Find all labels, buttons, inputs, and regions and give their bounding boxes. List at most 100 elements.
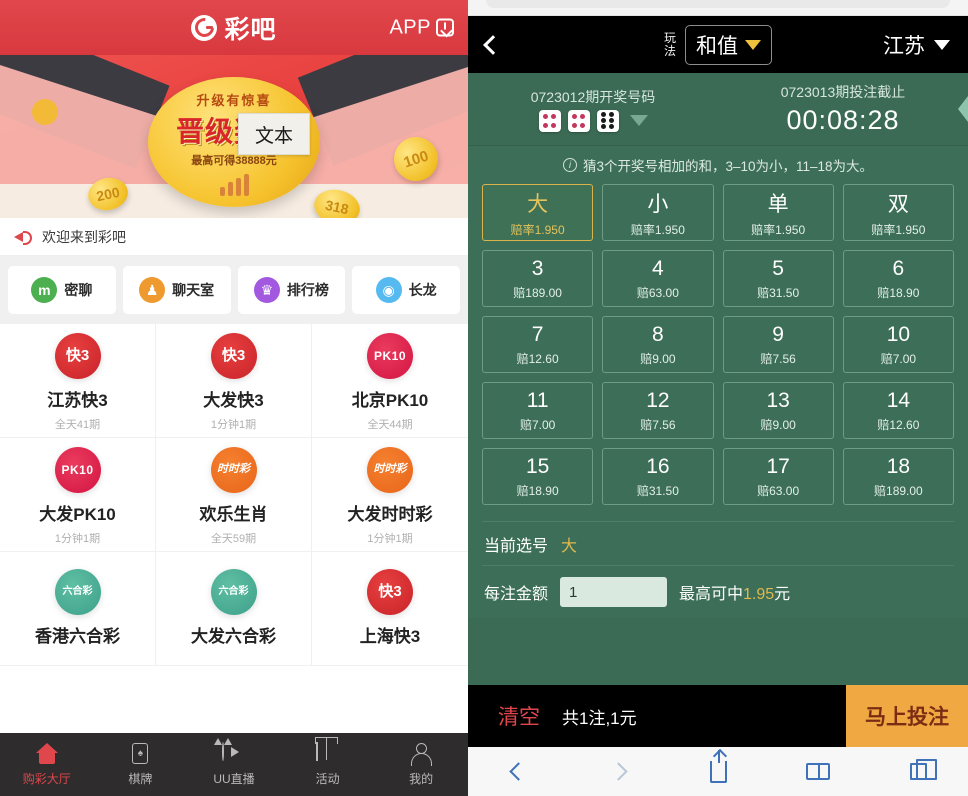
bet-option-odds: 赔12.60 <box>877 417 920 432</box>
lottery-item-dafa-k3[interactable]: 快3 大发快3 1分钟1期 <box>156 324 312 438</box>
region-dropdown[interactable]: 江苏 <box>883 30 950 60</box>
lottery-item-dafa-ssc[interactable]: 时时彩 大发时时彩 1分钟1期 <box>312 438 468 552</box>
bet-option-12[interactable]: 12 赔7.56 <box>602 382 714 439</box>
back-chevron-icon[interactable] <box>483 34 503 55</box>
lottery-name: 香港六合彩 <box>35 627 120 646</box>
browser-forward-button[interactable] <box>568 762 668 781</box>
promo-banner[interactable]: 升级有惊喜 晋级奖励 最高可得38888元 100 200 318 文本 <box>0 55 468 218</box>
quick-link-label: 密聊 <box>64 282 93 298</box>
chatroom-icon: ♟ <box>139 277 166 303</box>
bet-option-odds: 赔9.00 <box>760 417 796 432</box>
bet-action-bar: 清空 共1注,1元 马上投注 <box>468 685 968 747</box>
notice-bar[interactable]: 欢迎来到彩吧 <box>0 218 468 256</box>
bet-option-6[interactable]: 6 赔18.90 <box>842 250 954 307</box>
crown-icon: ♛ <box>253 277 280 303</box>
browser-share-button[interactable] <box>668 749 768 783</box>
bet-option-odd[interactable]: 单 赔率1.950 <box>722 184 834 241</box>
pk10-icon: PK10 <box>367 333 413 379</box>
bet-amount-input[interactable] <box>560 577 668 607</box>
bet-option-11[interactable]: 11 赔7.00 <box>482 382 594 439</box>
quick-link-mi-chat[interactable]: m 密聊 <box>8 266 116 314</box>
bet-option-10[interactable]: 10 赔7.00 <box>842 316 954 373</box>
dragon-icon: ◉ <box>375 277 402 303</box>
bet-option-18[interactable]: 18 赔189.00 <box>842 448 954 505</box>
region-value: 江苏 <box>883 34 925 58</box>
bet-option-15[interactable]: 15 赔18.90 <box>482 448 594 505</box>
bet-option-name: 14 <box>886 388 911 412</box>
bookmarks-icon <box>806 763 830 780</box>
bet-options-row-3: 7 赔12.60 8 赔9.00 9 赔7.56 10 赔7.00 <box>482 316 954 373</box>
bet-option-5[interactable]: 5 赔31.50 <box>722 250 834 307</box>
bet-option-9[interactable]: 9 赔7.56 <box>722 316 834 373</box>
lottery-name: 江苏快3 <box>47 391 108 410</box>
browser-back-button[interactable] <box>468 762 568 781</box>
bet-option-name: 17 <box>766 454 790 478</box>
lottery-item-dafa-lhc[interactable]: 六合彩 大发六合彩 <box>156 552 312 666</box>
betting-header: 玩法 和值 江苏 <box>468 16 968 73</box>
tab-activities[interactable]: 活动 <box>281 741 375 787</box>
playtype-selector[interactable]: 玩法 和值 <box>664 24 772 65</box>
browser-tabs-button[interactable] <box>868 759 968 780</box>
bet-option-even[interactable]: 双 赔率1.950 <box>842 184 954 241</box>
quick-link-chatroom[interactable]: ♟ 聊天室 <box>122 266 231 314</box>
brand-name: 彩吧 <box>224 15 277 44</box>
bet-option-odds: 赔7.00 <box>519 417 556 432</box>
bet-option-odds: 赔18.90 <box>877 285 920 300</box>
tab-uu-live[interactable]: UU直播 <box>187 741 281 787</box>
bet-option-small[interactable]: 小 赔率1.950 <box>602 184 714 241</box>
lottery-item-huanle-shengxiao[interactable]: 时时彩 欢乐生肖 全天59期 <box>156 438 312 552</box>
bet-option-name: 5 <box>772 256 784 280</box>
back-icon <box>508 762 528 781</box>
countdown-timer: 00:08:28 <box>786 105 900 135</box>
bet-option-8[interactable]: 8 赔9.00 <box>602 316 714 373</box>
quick-link-dragon[interactable]: ◉ 长龙 <box>352 266 460 314</box>
quick-link-label: 长龙 <box>408 282 437 298</box>
bet-option-odds: 赔189.00 <box>513 285 562 300</box>
lottery-item-beijing-pk10[interactable]: PK10 北京PK10 全天44期 <box>312 324 468 438</box>
clear-button[interactable]: 清空 <box>468 701 562 731</box>
bet-option-13[interactable]: 13 赔9.00 <box>722 382 834 439</box>
rules-hint: i 猜3个开奖号相加的和，3–10为小，11–18为大。 <box>482 146 954 184</box>
home-icon <box>35 742 59 765</box>
bet-option-name: 小 <box>647 192 669 216</box>
tab-profile[interactable]: 我的 <box>374 743 468 787</box>
tab-lottery-hall[interactable]: 购彩大厅 <box>0 742 94 787</box>
bet-option-7[interactable]: 7 赔12.60 <box>482 316 594 373</box>
caiba-logo-icon <box>191 14 218 41</box>
bet-option-odds: 赔率1.950 <box>630 222 685 237</box>
lottery-item-dafa-pk10[interactable]: PK10 大发PK10 1分钟1期 <box>0 438 156 552</box>
bet-option-name: 11 <box>526 388 549 412</box>
side-arrow-icon[interactable] <box>958 96 968 122</box>
bet-option-14[interactable]: 14 赔12.60 <box>842 382 954 439</box>
lottery-schedule: 1分钟1期 <box>367 533 413 545</box>
lottery-schedule: 全天41期 <box>54 419 101 431</box>
tab-card-games[interactable]: ♠ 棋牌 <box>94 742 188 787</box>
lottery-home-panel: 彩吧 APP 升级有惊喜 晋级奖励 最高可得38888元 100 200 318… <box>0 0 468 796</box>
dice-results <box>538 109 648 132</box>
caret-down-icon <box>745 39 761 50</box>
bet-option-17[interactable]: 17 赔63.00 <box>722 448 834 505</box>
bet-option-name: 8 <box>652 322 664 346</box>
browser-toolbar <box>468 747 968 796</box>
lottery-name: 大发PK10 <box>39 505 116 524</box>
submit-bet-button[interactable]: 马上投注 <box>846 685 968 747</box>
lottery-item-hongkong-lhc[interactable]: 六合彩 香港六合彩 <box>0 552 156 666</box>
lottery-item-jiangsu-k3[interactable]: 快3 江苏快3 全天41期 <box>0 324 156 438</box>
bet-option-16[interactable]: 16 赔31.50 <box>602 448 714 505</box>
browser-bookmarks-button[interactable] <box>768 763 868 780</box>
lhc-icon: 六合彩 <box>210 569 257 615</box>
lottery-name: 上海快3 <box>359 627 421 646</box>
lottery-grid: 快3 江苏快3 全天41期 快3 大发快3 1分钟1期 PK10 北京PK10 … <box>0 324 468 666</box>
app-download-button[interactable]: APP <box>389 16 454 39</box>
caret-down-icon[interactable] <box>629 115 648 126</box>
k3-icon: 快3 <box>54 333 101 379</box>
playtype-dropdown[interactable]: 和值 <box>685 24 772 65</box>
lottery-item-shanghai-k3[interactable]: 快3 上海快3 <box>312 552 468 666</box>
bet-options-row-1: 大 赔率1.950 小 赔率1.950 单 赔率1.950 双 赔率1.950 <box>482 184 954 241</box>
bet-option-4[interactable]: 4 赔63.00 <box>602 250 714 307</box>
bet-amount-label: 每注金额 <box>484 586 549 603</box>
draw-result-block[interactable]: 0723012期开奖号码 <box>468 87 718 132</box>
bet-option-big[interactable]: 大 赔率1.950 <box>482 184 594 241</box>
bet-option-3[interactable]: 3 赔189.00 <box>482 250 594 307</box>
quick-link-leaderboard[interactable]: ♛ 排行榜 <box>237 266 346 314</box>
